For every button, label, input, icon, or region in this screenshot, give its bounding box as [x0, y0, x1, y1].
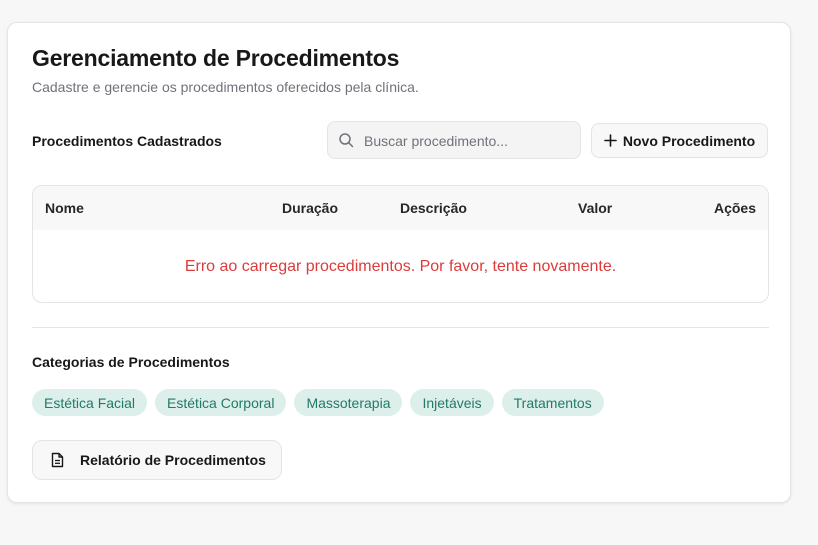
- column-header-descricao[interactable]: Descrição: [400, 200, 467, 216]
- document-icon: [51, 452, 64, 468]
- section-divider: [32, 327, 769, 328]
- procedures-report-button[interactable]: Relatório de Procedimentos: [32, 440, 282, 480]
- search-icon: [339, 133, 354, 148]
- procedures-card: Gerenciamento de Procedimentos Cadastre …: [7, 22, 791, 503]
- search-input[interactable]: [362, 122, 576, 160]
- categories-section-label: Categorias de Procedimentos: [32, 354, 230, 370]
- page-title: Gerenciamento de Procedimentos: [32, 45, 400, 71]
- report-button-label: Relatório de Procedimentos: [80, 452, 266, 468]
- page-subtitle: Cadastre e gerencie os procedimentos ofe…: [32, 79, 419, 95]
- category-chip[interactable]: Estética Corporal: [155, 389, 287, 416]
- new-procedure-button[interactable]: Novo Procedimento: [591, 123, 768, 158]
- column-header-valor[interactable]: Valor: [578, 200, 612, 216]
- category-chip[interactable]: Massoterapia: [294, 389, 403, 416]
- category-chips: Estética Facial Estética Corporal Massot…: [32, 389, 604, 416]
- new-procedure-label: Novo Procedimento: [622, 132, 756, 149]
- procedures-section-label: Procedimentos Cadastrados: [32, 133, 222, 149]
- plus-icon: [604, 134, 617, 147]
- column-header-nome[interactable]: Nome: [45, 200, 84, 216]
- search-box[interactable]: [327, 121, 581, 160]
- category-chip[interactable]: Tratamentos: [501, 389, 604, 416]
- column-header-duracao[interactable]: Duração: [282, 200, 338, 216]
- column-header-acoes: Ações: [713, 200, 756, 216]
- error-message: Erro ao carregar procedimentos. Por favo…: [184, 258, 617, 275]
- procedures-table: Nome Duração Descrição Valor Ações Erro …: [32, 185, 769, 303]
- category-chip[interactable]: Injetáveis: [410, 389, 494, 416]
- category-chip[interactable]: Estética Facial: [32, 389, 148, 416]
- table-header: Nome Duração Descrição Valor Ações: [33, 186, 768, 230]
